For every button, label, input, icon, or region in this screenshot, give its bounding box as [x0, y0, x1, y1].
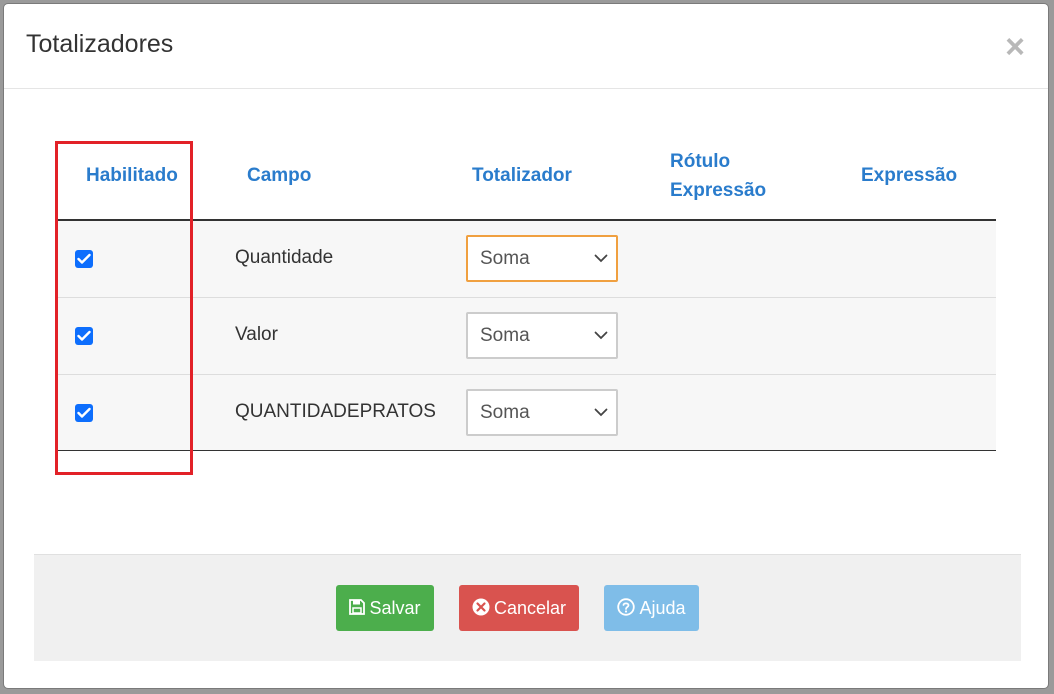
help-button-label: Ajuda [639, 598, 686, 618]
header-field: Campo [247, 165, 312, 186]
header-label-expression: Rótulo Expressão [670, 147, 766, 205]
totalizers-modal: Totalizadores × Habilitado Campo Totaliz… [4, 4, 1048, 688]
modal-footer: Salvar Cancelar Ajuda [34, 554, 1021, 661]
chevron-down-icon [594, 408, 608, 417]
field-name: QUANTIDADEPRATOS [235, 401, 436, 422]
modal-title: Totalizadores [26, 30, 174, 58]
close-button[interactable]: × [1000, 30, 1030, 64]
enabled-checkbox[interactable] [75, 327, 93, 345]
enabled-checkbox[interactable] [75, 404, 93, 422]
totalizer-select[interactable]: Soma [466, 312, 618, 359]
checkmark-icon [77, 407, 91, 418]
table-bottom-divider [55, 450, 996, 451]
modal-header: Totalizadores × [4, 4, 1048, 89]
field-name: Quantidade [235, 247, 334, 268]
cancel-button-label: Cancelar [493, 598, 567, 618]
times-circle-icon [472, 598, 490, 616]
header-totalizer: Totalizador [472, 165, 572, 186]
save-button[interactable]: Salvar [336, 585, 434, 631]
help-button[interactable]: Ajuda [604, 585, 699, 631]
save-button-label: Salvar [369, 598, 421, 618]
chevron-down-icon [594, 331, 608, 340]
checkmark-icon [77, 253, 91, 264]
header-label-line1: Rótulo [670, 151, 731, 172]
close-icon: × [1005, 28, 1025, 66]
header-enabled: Habilitado [86, 165, 178, 186]
table-row: Quantidade Soma [55, 221, 996, 298]
totalizer-select-value: Soma [480, 402, 530, 423]
totalizer-select-value: Soma [480, 325, 530, 346]
header-label-line2: Expressão [670, 180, 767, 201]
checkmark-icon [77, 330, 91, 341]
totalizer-select[interactable]: Soma [466, 389, 618, 436]
question-circle-icon [617, 598, 636, 616]
chevron-down-icon [594, 254, 608, 263]
header-expression: Expressão [861, 165, 958, 186]
table-row: Valor Soma [55, 298, 996, 375]
table-row: QUANTIDADEPRATOS Soma [55, 375, 996, 450]
field-name: Valor [235, 324, 278, 345]
enabled-checkbox[interactable] [75, 250, 93, 268]
totalizer-select[interactable]: Soma [466, 235, 618, 282]
totalizer-select-value: Soma [480, 248, 530, 269]
cancel-button[interactable]: Cancelar [459, 585, 579, 631]
floppy-disk-icon [349, 599, 366, 616]
